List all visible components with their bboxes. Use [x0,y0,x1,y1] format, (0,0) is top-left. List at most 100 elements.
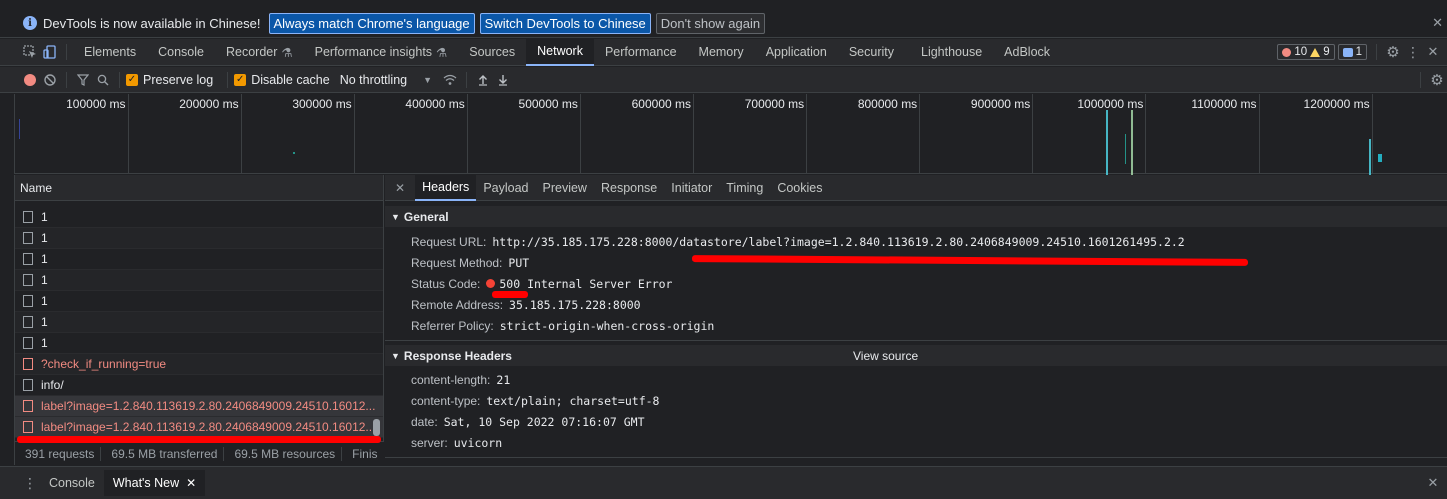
main-tab-bar: Elements Console Recorder ⚗ Performance i… [0,38,1447,66]
tab-application[interactable]: Application [755,39,838,66]
request-name: 1 [41,231,48,245]
throttling-select[interactable]: No throttling ▼ [340,73,432,87]
import-har-icon[interactable] [473,70,493,90]
network-overview-timeline[interactable]: 100000 ms 200000 ms 300000 ms 400000 ms 5000… [15,94,1447,179]
network-toolbar: ✓ Preserve log ✓ Disable cache No throttli… [0,67,1447,93]
response-headers-list: content-length: 21 content-type: text/plain… [385,366,1447,453]
request-method-value: PUT [508,255,530,270]
close-drawer-icon[interactable]: ✕ [1423,473,1443,493]
export-har-icon[interactable] [493,70,513,90]
request-method-label: Request Method: [411,255,503,270]
request-row[interactable]: 1 [15,249,383,270]
record-icon[interactable] [20,70,40,90]
request-row[interactable]: 1 [15,291,383,312]
messages-counter[interactable]: 1 [1337,44,1367,60]
remote-address-label: Remote Address: [411,297,504,312]
tab-preview[interactable]: Preview [536,175,594,201]
tab-lighthouse[interactable]: Lighthouse [905,39,993,66]
filter-icon[interactable] [73,70,93,90]
response-header-row: server: uvicorn [385,432,1447,453]
tab-timing[interactable]: Timing [719,175,770,201]
header-value: 21 [496,372,511,387]
tab-response[interactable]: Response [594,175,664,201]
more-options-icon[interactable]: ⋮ [1403,42,1423,62]
tab-elements[interactable]: Elements [73,39,147,66]
match-language-button[interactable]: Always match Chrome's language [268,12,475,34]
tab-recorder-label: Recorder [225,45,278,59]
request-name: info/ [41,378,64,392]
overview-activity-mark [1106,110,1108,175]
request-row[interactable]: label?image=1.2.840.113619.2.80.24068490… [15,417,383,438]
request-row[interactable]: label?image=1.2.840.113619.2.80.24068490… [15,396,383,417]
scrollbar-thumb[interactable] [373,419,380,436]
tab-adblock[interactable]: AdBlock [993,39,1061,66]
tab-cookies[interactable]: Cookies [770,175,829,201]
general-section-header[interactable]: ▼ General [385,206,1447,227]
request-row[interactable]: 1 [15,312,383,333]
dont-show-again-button[interactable]: Don't show again [655,12,766,34]
header-name: server: [411,435,448,450]
tab-performance[interactable]: Performance [594,39,688,66]
left-gutter [0,175,15,465]
request-row[interactable]: 1 [15,207,383,228]
overview-gridline [1145,94,1147,174]
overview-activity-mark [293,152,295,154]
remote-address-value: 35.185.175.228:8000 [509,297,641,312]
document-icon [23,211,33,223]
device-toolbar-icon[interactable] [40,42,60,62]
divider [66,44,67,60]
tab-sources[interactable]: Sources [458,39,526,66]
issues-counter[interactable]: 10 9 [1277,44,1335,60]
document-icon [23,358,33,370]
network-conditions-icon[interactable] [440,70,460,90]
settings-gear-icon[interactable]: ⚙ [1383,42,1403,62]
overview-gridline [693,94,694,174]
response-headers-section-header[interactable]: ▼ Response Headers View source [385,345,1447,366]
clear-icon[interactable] [40,70,60,90]
drawer-menu-icon[interactable]: ⋮ [20,473,40,493]
close-devtools-icon[interactable]: ✕ [1423,42,1443,62]
header-value: text/plain; charset=utf-8 [486,393,660,408]
tab-performance-insights[interactable]: Performance insights ⚗ [304,39,459,66]
document-icon [23,337,33,349]
drawer-tab-whats-new[interactable]: What's New ✕ [103,470,206,496]
divider [66,71,67,88]
drawer-tab-console[interactable]: Console [40,470,104,496]
switch-chinese-button[interactable]: Switch DevTools to Chinese [479,12,651,34]
request-row[interactable]: info/ [15,375,383,396]
request-row[interactable]: 1 [15,270,383,291]
close-icon[interactable]: ✕ [186,476,196,490]
tab-payload[interactable]: Payload [476,175,535,201]
section-divider [385,340,1447,341]
response-header-row: date: Sat, 10 Sep 2022 07:16:07 GMT [385,411,1447,432]
status-code-row: Status Code: 500 Internal Server Error [385,273,1447,294]
tab-memory[interactable]: Memory [688,39,755,66]
overview-gridline [579,94,581,174]
annotation-underline-request [17,436,381,443]
header-name: content-type: [411,393,481,408]
disable-cache-checkbox[interactable]: ✓ Disable cache [234,73,330,87]
preserve-log-checkbox[interactable]: ✓ Preserve log [126,73,213,87]
search-icon[interactable] [93,70,113,90]
request-row[interactable]: 1 [15,228,383,249]
tab-initiator[interactable]: Initiator [664,175,719,201]
close-details-icon[interactable]: ✕ [385,181,415,195]
tab-recorder[interactable]: Recorder ⚗ [215,39,304,66]
overview-tick-label: 800000 ms [857,97,918,111]
view-source-link[interactable]: View source [853,349,918,363]
network-status-bar: 391 requests 69.5 MB transferred 69.5 MB… [15,441,384,465]
tab-console[interactable]: Console [147,39,215,66]
bottom-drawer: ⋮ Console What's New ✕ ✕ [0,466,1447,499]
request-row[interactable]: 1 [15,333,383,354]
request-url-value: http://35.185.175.228:8000/datastore/lab… [492,234,1185,249]
close-icon[interactable]: ✕ [1432,15,1443,31]
header-value: uvicorn [453,435,503,450]
request-row[interactable]: ?check_if_running=true [15,354,383,375]
inspect-element-icon[interactable] [20,42,40,62]
network-settings-gear-icon[interactable]: ⚙ [1427,70,1447,90]
tab-network[interactable]: Network [526,38,594,66]
warning-icon [1310,47,1321,57]
name-column-header[interactable]: Name [15,175,383,201]
tab-security[interactable]: Security [838,39,905,66]
tab-headers[interactable]: Headers [415,174,477,201]
